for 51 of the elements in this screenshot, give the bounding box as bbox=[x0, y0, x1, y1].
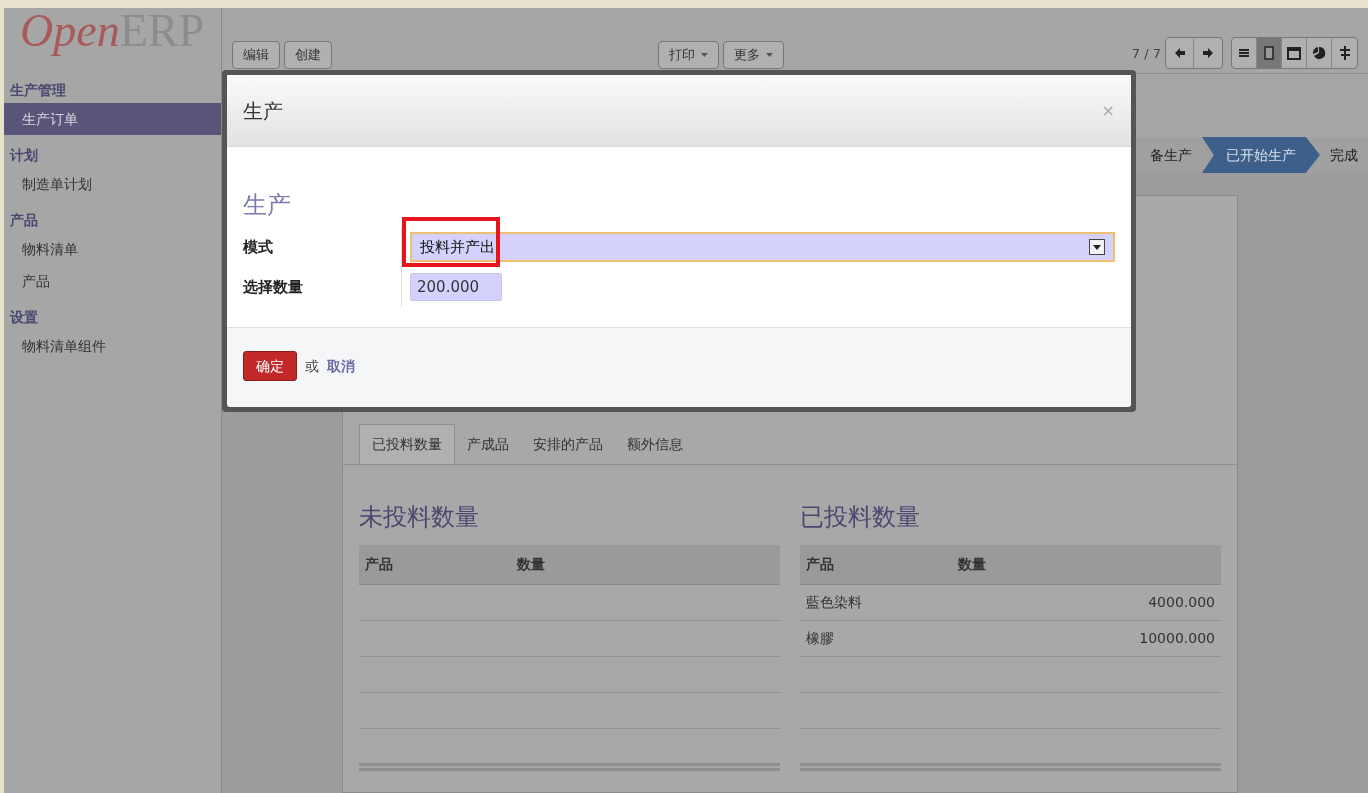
status-step[interactable]: 备生产 bbox=[1140, 137, 1202, 173]
gantt-icon bbox=[1338, 46, 1351, 60]
column-header: 数量 bbox=[517, 555, 545, 574]
status-step[interactable]: 完成 bbox=[1320, 137, 1368, 173]
caret-icon bbox=[701, 53, 708, 57]
column-header: 产品 bbox=[806, 555, 835, 574]
form-tab[interactable]: 额外信息 bbox=[615, 424, 695, 464]
sidebar-section-title: 生产管理 bbox=[9, 81, 67, 100]
select-field[interactable]: 投料并产出 bbox=[410, 232, 1115, 262]
dropdown-icon bbox=[1089, 239, 1105, 255]
pie-chart-icon bbox=[1312, 46, 1326, 60]
form-tab[interactable]: 已投料数量 bbox=[359, 424, 455, 464]
or-text: 或 bbox=[305, 356, 319, 376]
dropdown-button[interactable]: 更多 bbox=[723, 41, 784, 69]
list-icon bbox=[1238, 47, 1250, 59]
sidebar-item[interactable]: 生产订单 bbox=[4, 103, 221, 135]
form-tab[interactable]: 产成品 bbox=[455, 424, 521, 464]
column-header: 产品 bbox=[365, 555, 394, 574]
page-icon bbox=[1264, 46, 1274, 60]
table-cell-text: 橡膠 bbox=[806, 629, 834, 648]
sidebar-item[interactable]: 物料清单 bbox=[4, 233, 221, 265]
cancel-link[interactable]: 取消 bbox=[327, 355, 355, 377]
sidebar-section-title: 计划 bbox=[8, 146, 39, 165]
left-arrow-icon bbox=[1173, 47, 1186, 59]
sidebar-section-title: 产品 bbox=[9, 211, 39, 230]
view-switch-button[interactable] bbox=[1257, 38, 1282, 68]
column-header: 数量 bbox=[958, 555, 986, 574]
toolbar-button[interactable]: 编辑 bbox=[232, 41, 280, 69]
dropdown-button[interactable]: 打印 bbox=[658, 41, 719, 69]
dialog-title: 生产 bbox=[243, 97, 283, 125]
confirm-button[interactable]: 确定 bbox=[243, 351, 297, 381]
table-title: 未投料数量 bbox=[359, 502, 480, 533]
form-tab[interactable]: 安排的产品 bbox=[521, 424, 615, 464]
toolbar-button[interactable]: 创建 bbox=[284, 41, 332, 69]
table-cell-text: 藍色染料 bbox=[806, 593, 862, 612]
caret-icon bbox=[766, 53, 773, 57]
section-title: 生产 bbox=[243, 190, 292, 221]
field-label: 模式 bbox=[243, 236, 274, 258]
calendar-icon bbox=[1287, 46, 1301, 60]
quantity-field[interactable]: 200.000 bbox=[410, 273, 502, 301]
sidebar-item[interactable]: 产品 bbox=[4, 265, 221, 297]
table-title: 已投料数量 bbox=[800, 502, 921, 533]
sidebar-item[interactable]: 制造单计划 bbox=[4, 168, 221, 200]
sidebar-item[interactable]: 物料清单组件 bbox=[4, 330, 221, 362]
status-step[interactable]: 已开始生产 bbox=[1202, 137, 1320, 173]
table-cell-text: 10000.000 bbox=[1139, 629, 1215, 648]
pager-text: 7 / 7 bbox=[1131, 44, 1161, 63]
field-label: 选择数量 bbox=[243, 276, 304, 298]
table-cell-text: 4000.000 bbox=[1148, 593, 1215, 612]
right-arrow-icon bbox=[1202, 47, 1214, 59]
sidebar-section-title: 设置 bbox=[8, 308, 39, 327]
